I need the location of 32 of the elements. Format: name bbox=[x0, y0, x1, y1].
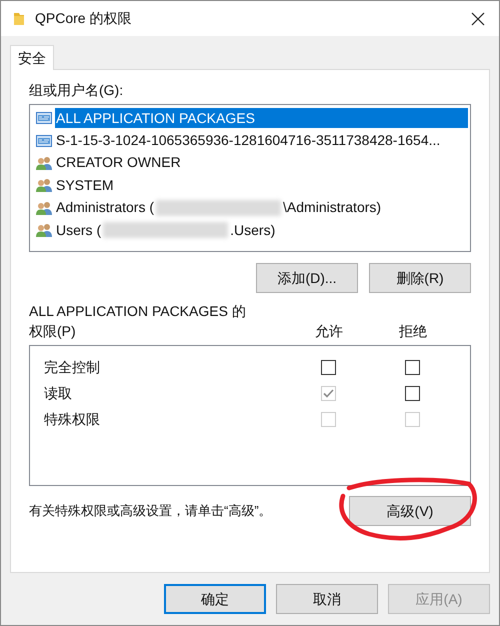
list-item[interactable]: CREATOR OWNER bbox=[32, 152, 468, 174]
window-title: QPCore 的权限 bbox=[35, 9, 132, 28]
permissions-label: ALL APPLICATION PACKAGES 的 bbox=[29, 302, 247, 321]
list-item[interactable]: SYSTEM bbox=[32, 174, 468, 197]
list-item[interactable]: Administrators ( \Administrators) bbox=[32, 196, 468, 219]
permission-name: 完全控制 bbox=[44, 358, 101, 376]
package-icon bbox=[36, 134, 52, 148]
checkbox[interactable] bbox=[404, 386, 420, 400]
users-icon bbox=[36, 178, 52, 192]
advanced-button[interactable]: 高级(V) bbox=[349, 496, 471, 526]
users-icon bbox=[36, 156, 52, 170]
permission-name: 特殊权限 bbox=[44, 410, 101, 428]
tab[interactable]: 安全 bbox=[10, 45, 54, 70]
package-icon bbox=[36, 111, 52, 126]
column-header: 拒绝 bbox=[398, 322, 428, 341]
users-icon bbox=[36, 223, 52, 238]
permissions-label: 权限(P) bbox=[29, 322, 77, 341]
list-item[interactable]: Users ( .Users) bbox=[32, 218, 468, 242]
close-icon[interactable] bbox=[471, 12, 485, 26]
users-icon bbox=[36, 200, 52, 215]
dialog-button[interactable]: 确定 bbox=[164, 584, 266, 614]
dialog-button[interactable]: 取消 bbox=[276, 584, 378, 614]
permission-name: 读取 bbox=[44, 384, 73, 402]
list-action-button[interactable]: 添加(D)... bbox=[256, 263, 358, 293]
group-label: 组或用户名(G): bbox=[29, 81, 124, 100]
column-header: 允许 bbox=[314, 322, 344, 341]
folder-icon bbox=[13, 11, 25, 26]
checkbox[interactable] bbox=[320, 360, 336, 374]
list-action-button[interactable]: 删除(R) bbox=[369, 263, 471, 293]
checkbox[interactable] bbox=[404, 360, 420, 374]
list-item[interactable]: S-1-15-3-1024-1065365936-1281604716-3511738428-1654... bbox=[32, 129, 468, 152]
hint-text: 有关特殊权限或高级设置，请单击“高级”。 bbox=[29, 502, 273, 520]
